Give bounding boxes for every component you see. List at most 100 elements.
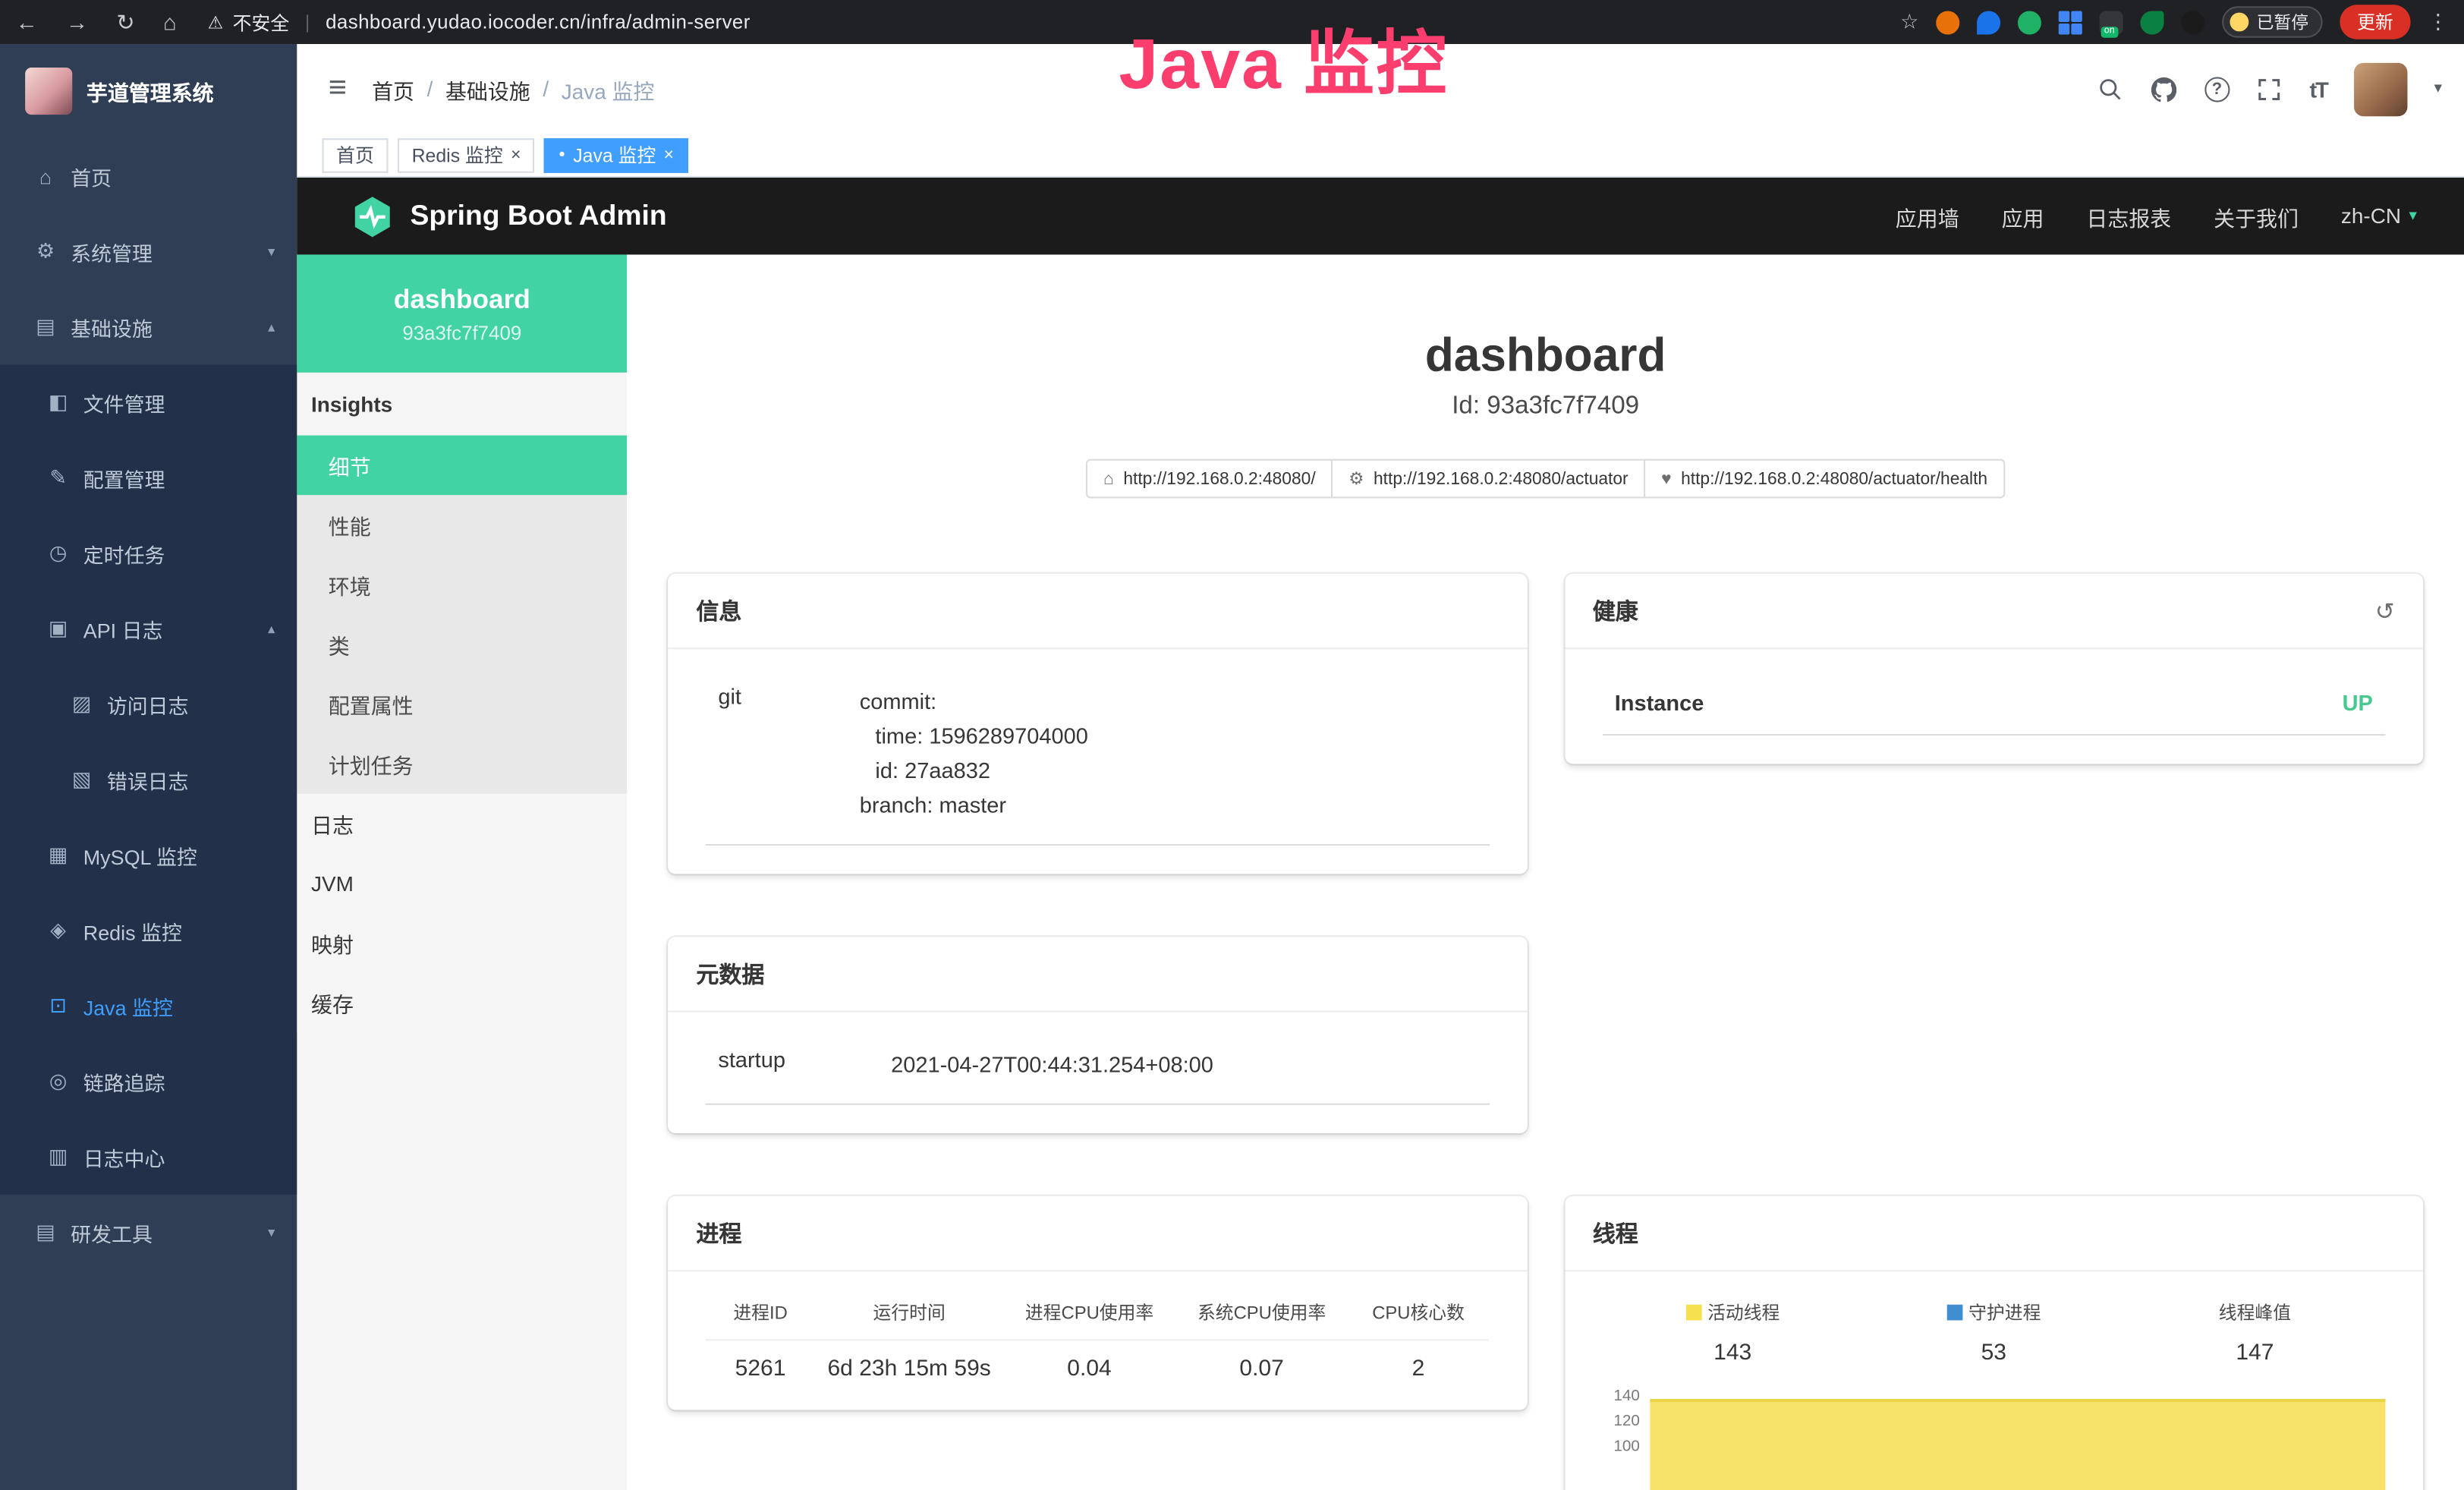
breadcrumb-home[interactable]: 首页	[372, 73, 414, 104]
sba-group-jvm[interactable]: JVM	[297, 853, 627, 913]
sba-group-mappings[interactable]: 映射	[297, 913, 627, 973]
sba-item-classes[interactable]: 类	[297, 615, 627, 675]
sba-group-logs[interactable]: 日志	[297, 794, 627, 854]
sba-item-scheduled-tasks[interactable]: 计划任务	[297, 734, 627, 794]
forward-icon[interactable]: →	[66, 9, 88, 34]
search-icon[interactable]	[2097, 75, 2124, 102]
sba-group-caches[interactable]: 缓存	[297, 973, 627, 1033]
sidebar-item-dev-tools[interactable]: ▤ 研发工具 ▾	[0, 1195, 297, 1270]
process-table: 进程ID 运行时间 进程CPU使用率 系统CPU使用率 CPU核心数 5261 …	[706, 1300, 1489, 1382]
close-icon[interactable]: ×	[511, 146, 521, 165]
avatar[interactable]	[2354, 62, 2407, 115]
app-header: ≡ 首页 / 基础设施 / Java 监控 ?	[297, 44, 2464, 134]
font-size-icon[interactable]: tT	[2310, 76, 2327, 101]
instance-id: 93a3fc7f7409	[402, 321, 521, 343]
close-icon[interactable]: ×	[664, 146, 674, 165]
breadcrumb-separator: /	[543, 77, 549, 100]
sba-nav-journal[interactable]: 日志报表	[2086, 200, 2171, 232]
back-icon[interactable]: ←	[16, 9, 38, 34]
browser-chrome: ← → ↻ ⌂ ⚠ 不安全 | dashboard.yudao.iocoder.…	[0, 0, 2464, 44]
threads-legend: 活动线程 守护进程 线程峰值	[1602, 1300, 2385, 1366]
metadata-row: startup 2021-04-27T00:44:31.254+08:00	[706, 1041, 1489, 1105]
sidebar-item-redis-monitor[interactable]: ◈ Redis 监控	[0, 893, 297, 968]
sidebar-item-log-center[interactable]: ▥ 日志中心	[0, 1119, 297, 1194]
api-log-icon: ▣	[47, 616, 69, 641]
service-url-link[interactable]: ⌂ http://192.168.0.2:48080/	[1086, 459, 1333, 499]
health-url-link[interactable]: ♥ http://192.168.0.2:48080/actuator/heal…	[1644, 459, 2005, 499]
y-tick: 140	[1602, 1384, 1640, 1410]
sidebar-item-access-log[interactable]: ▨ 访问日志	[0, 666, 297, 742]
sidebar-item-api-log[interactable]: ▣ API 日志 ▴	[0, 591, 297, 666]
process-pid: 5261	[706, 1340, 816, 1381]
github-icon[interactable]	[2151, 75, 2177, 102]
reload-icon[interactable]: ↻	[116, 8, 134, 35]
live-threads-area	[1649, 1399, 2385, 1490]
chart-plot-area	[1649, 1384, 2385, 1490]
instance-header[interactable]: dashboard 93a3fc7f7409	[297, 254, 627, 372]
security-label[interactable]: 不安全	[233, 8, 290, 35]
logo-image	[25, 68, 72, 115]
tab-label: 首页	[336, 141, 374, 168]
spring-boot-admin-frame: Spring Boot Admin 应用墙 应用 日志报表 关于我们 zh-CN…	[297, 178, 2464, 1490]
sidebar-item-java-monitor[interactable]: ⊡ Java 监控	[0, 969, 297, 1044]
sidebar-item-infra[interactable]: ▤ 基础设施 ▴	[0, 289, 297, 364]
sba-content: dashboard Id: 93a3fc7f7409 ⌂ http://192.…	[627, 254, 2464, 1490]
sidebar-item-mysql-monitor[interactable]: ▦ MySQL 监控	[0, 817, 297, 893]
extension-icon-5[interactable]	[2140, 10, 2163, 33]
column-header: CPU核心数	[1348, 1300, 1489, 1341]
sidebar-item-file-manage[interactable]: ◧ 文件管理	[0, 364, 297, 439]
breadcrumb: 首页 / 基础设施 / Java 监控	[372, 73, 654, 104]
sidebar-item-trace[interactable]: ◎ 链路追踪	[0, 1044, 297, 1119]
locale-select[interactable]: zh-CN ▾	[2341, 204, 2417, 228]
sidebar-item-system[interactable]: ⚙ 系统管理 ▾	[0, 214, 297, 289]
extension-icon-6[interactable]	[2181, 10, 2204, 33]
wrench-icon: ⚙	[1348, 468, 1364, 489]
bookmark-star-icon[interactable]: ☆	[1900, 9, 1918, 34]
link-url: http://192.168.0.2:48080/	[1123, 469, 1315, 488]
paused-badge[interactable]: 已暂停	[2222, 6, 2323, 37]
extension-icon-4[interactable]	[2059, 10, 2082, 33]
sidebar-item-label: MySQL 监控	[83, 840, 197, 870]
sidebar-item-label: 链路追踪	[83, 1066, 165, 1096]
extension-icon-on[interactable]: on	[2100, 10, 2123, 33]
tab-redis-monitor[interactable]: Redis 监控 ×	[398, 137, 535, 172]
browser-home-icon[interactable]: ⌂	[163, 9, 177, 34]
sba-item-details[interactable]: 细节	[297, 436, 627, 496]
app-logo[interactable]: 芋道管理系统	[0, 44, 297, 138]
sidebar-item-home[interactable]: ⌂ 首页	[0, 138, 297, 213]
chevron-up-icon: ▴	[268, 318, 275, 335]
collapse-sidebar-icon[interactable]: ≡	[319, 71, 356, 107]
home-icon: ⌂	[1103, 469, 1114, 488]
avatar-caret-icon[interactable]: ▾	[2434, 80, 2442, 98]
sba-item-environment[interactable]: 环境	[297, 555, 627, 615]
sba-nav-applications[interactable]: 应用	[2002, 200, 2044, 232]
sidebar-item-scheduled-job[interactable]: ◷ 定时任务	[0, 515, 297, 591]
breadcrumb-infra[interactable]: 基础设施	[445, 73, 530, 104]
sba-brand-title[interactable]: Spring Boot Admin	[410, 200, 666, 232]
address-bar[interactable]: dashboard.yudao.iocoder.cn/infra/admin-s…	[326, 11, 751, 33]
card-title: 进程	[668, 1196, 1527, 1271]
extension-icon-2[interactable]	[1977, 10, 2000, 33]
browser-update-button[interactable]: 更新	[2340, 5, 2410, 39]
status-badge: UP	[2343, 690, 2373, 715]
java-monitor-icon: ⊡	[47, 994, 69, 1019]
extension-icon-1[interactable]	[1936, 10, 1959, 33]
sidebar-item-config-manage[interactable]: ✎ 配置管理	[0, 440, 297, 515]
heart-icon: ♥	[1661, 469, 1672, 488]
fullscreen-icon[interactable]	[2256, 75, 2283, 102]
help-icon[interactable]: ?	[2204, 76, 2230, 101]
actuator-url-link[interactable]: ⚙ http://192.168.0.2:48080/actuator	[1331, 459, 1645, 499]
browser-menu-icon[interactable]: ⋮	[2428, 9, 2448, 34]
sba-item-config-props[interactable]: 配置属性	[297, 674, 627, 734]
history-icon[interactable]: ↺	[2375, 597, 2395, 625]
process-cpu: 0.04	[1003, 1340, 1175, 1381]
extension-icon-3[interactable]	[2018, 10, 2041, 33]
sba-nav-wallboard[interactable]: 应用墙	[1896, 200, 1959, 232]
live-threads-value: 143	[1602, 1325, 1863, 1366]
sba-nav-about[interactable]: 关于我们	[2214, 200, 2299, 232]
sba-item-metrics[interactable]: 性能	[297, 495, 627, 555]
sidebar-item-error-log[interactable]: ▧ 错误日志	[0, 742, 297, 817]
tab-java-monitor[interactable]: ● Java 监控 ×	[544, 137, 688, 172]
info-git-row: git commit: time: 1596289704000 id: 27aa…	[706, 678, 1489, 846]
tab-home[interactable]: 首页	[323, 137, 389, 172]
